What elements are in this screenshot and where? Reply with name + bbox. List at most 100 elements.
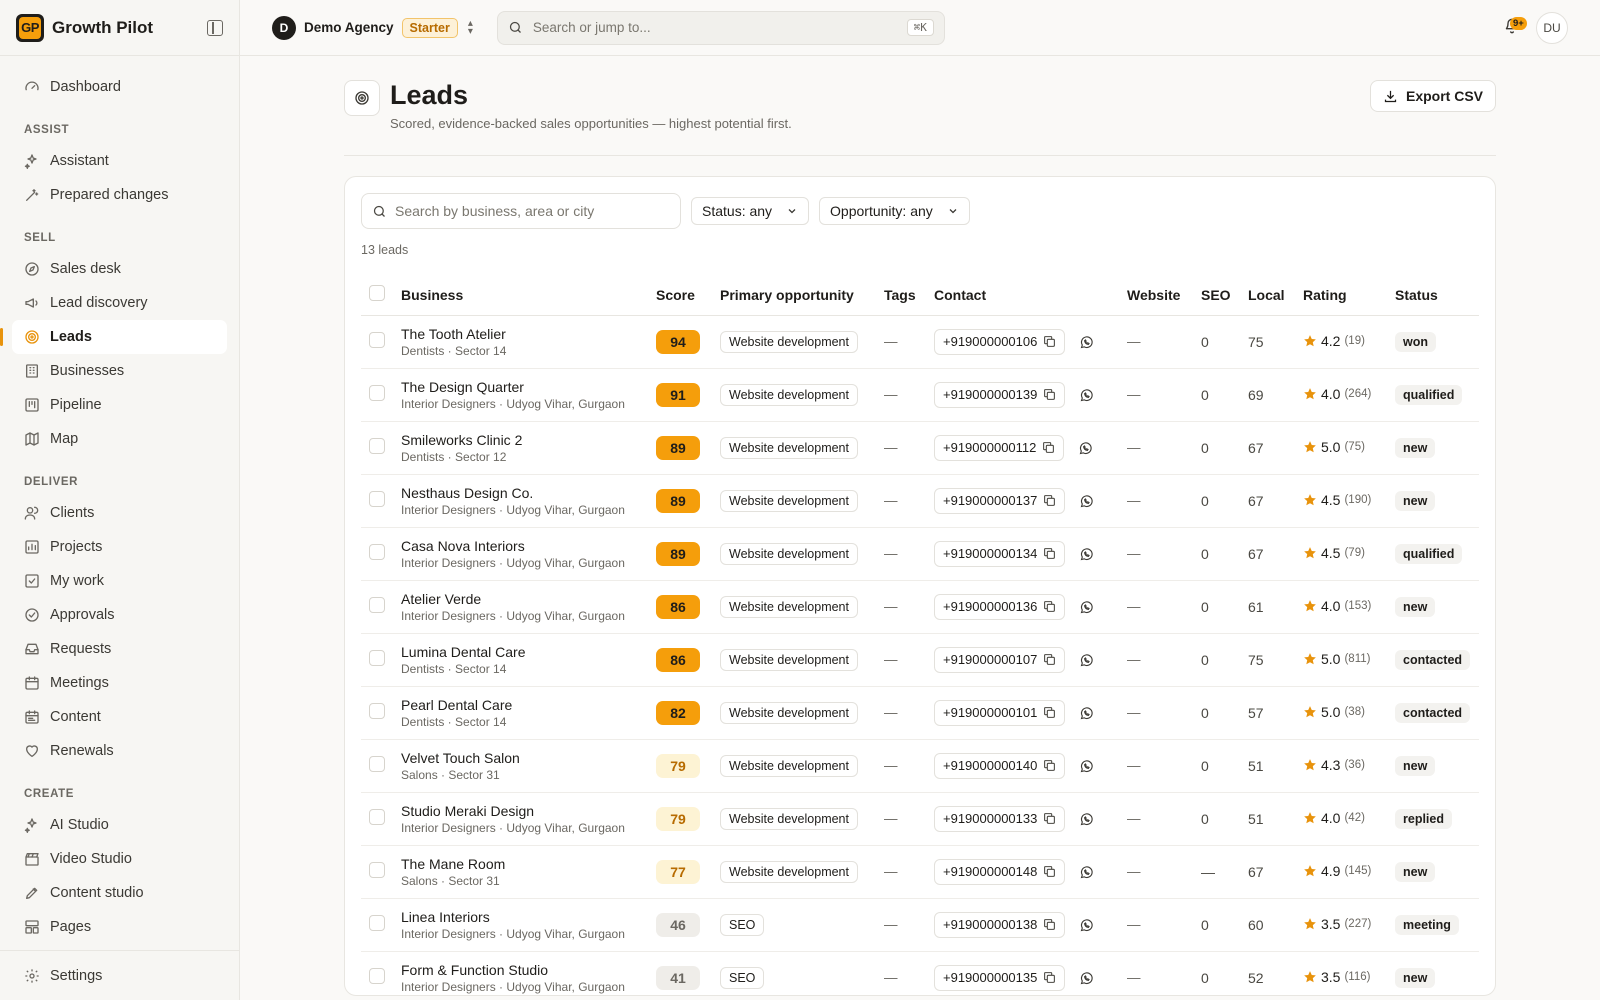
copy-icon[interactable] [1043,759,1056,772]
row-checkbox[interactable] [369,544,385,560]
column-header-contact[interactable]: Contact [934,275,1127,316]
sidebar-item-sales-desk[interactable]: Sales desk [12,252,227,286]
row-checkbox[interactable] [369,968,385,984]
row-checkbox[interactable] [369,597,385,613]
table-row[interactable]: Casa Nova Interiors Interior Designers · … [361,527,1479,581]
column-header-status[interactable]: Status [1395,275,1479,316]
business-name[interactable]: Pearl Dental Care [401,697,656,713]
whatsapp-icon[interactable] [1079,971,1094,986]
notifications-button[interactable]: 9+ [1500,16,1527,40]
table-row[interactable]: Pearl Dental Care Dentists · Sector 14 82 W… [361,686,1479,740]
table-row[interactable]: Nesthaus Design Co. Interior Designers · … [361,474,1479,528]
status-badge[interactable]: replied [1395,808,1452,829]
sidebar-item-dashboard[interactable]: Dashboard [12,70,227,104]
business-name[interactable]: Atelier Verde [401,591,656,607]
copy-icon[interactable] [1043,494,1056,507]
business-name[interactable]: Nesthaus Design Co. [401,485,656,501]
column-header-website[interactable]: Website [1127,275,1201,316]
status-badge[interactable]: meeting [1395,914,1459,935]
phone-chip[interactable]: +919000000140 [934,752,1066,779]
business-name[interactable]: The Tooth Atelier [401,326,656,342]
sidebar-item-pages[interactable]: Pages [12,910,227,944]
sidebar-item-requests[interactable]: Requests [12,632,227,666]
business-name[interactable]: Form & Function Studio [401,962,656,978]
sidebar-collapse-icon[interactable] [207,19,223,36]
copy-icon[interactable] [1043,865,1056,878]
sidebar-item-map[interactable]: Map [12,422,227,456]
row-checkbox[interactable] [369,756,385,772]
column-header-rating[interactable]: Rating [1303,275,1395,316]
select-all-checkbox[interactable] [369,285,385,302]
copy-icon[interactable] [1043,918,1056,931]
sidebar-item-renewals[interactable]: Renewals [12,734,227,768]
lead-search-input[interactable]: Search by business, area or city [361,193,681,229]
sidebar-item-clients[interactable]: Clients [12,496,227,530]
sidebar-item-lead-discovery[interactable]: Lead discovery [12,286,227,320]
sidebar-item-my-work[interactable]: My work [12,564,227,598]
sidebar-item-projects[interactable]: Projects [12,530,227,564]
user-avatar[interactable]: DU [1536,11,1568,44]
table-row[interactable]: Lumina Dental Care Dentists · Sector 14 86… [361,633,1479,687]
status-badge[interactable]: new [1395,490,1436,511]
table-row[interactable]: Linea Interiors Interior Designers · Udyo… [361,898,1479,952]
status-badge[interactable]: qualified [1395,384,1463,405]
phone-chip[interactable]: +919000000138 [934,911,1066,938]
table-row[interactable]: The Mane Room Salons · Sector 31 77 Website… [361,845,1479,899]
row-checkbox[interactable] [369,703,385,719]
table-row[interactable]: Smileworks Clinic 2 Dentists · Sector 12 8… [361,421,1479,475]
row-checkbox[interactable] [369,915,385,931]
phone-chip[interactable]: +919000000137 [934,487,1066,514]
status-badge[interactable]: new [1395,596,1436,617]
column-header-score[interactable]: Score [656,275,720,316]
status-badge[interactable]: contacted [1395,649,1471,670]
workspace-switcher-icon[interactable]: ▴ ▾ [468,18,473,36]
phone-chip[interactable]: +919000000135 [934,964,1066,991]
copy-icon[interactable] [1043,388,1056,401]
row-checkbox[interactable] [369,862,385,878]
copy-icon[interactable] [1043,335,1056,348]
whatsapp-icon[interactable] [1079,706,1094,721]
table-row[interactable]: The Design Quarter Interior Designers · U… [361,368,1479,422]
global-search[interactable]: Search or jump to... ⌘K [496,10,945,45]
copy-icon[interactable] [1043,706,1056,719]
sidebar-item-leads[interactable]: Leads [0,320,227,354]
business-name[interactable]: The Design Quarter [401,379,656,395]
whatsapp-icon[interactable] [1079,494,1094,509]
status-filter-select[interactable]: Status: any [691,197,810,225]
status-badge[interactable]: new [1395,755,1436,776]
business-name[interactable]: Casa Nova Interiors [401,538,656,554]
copy-icon[interactable] [1042,441,1055,454]
app-logo[interactable]: GP [16,13,44,42]
status-badge[interactable]: new [1395,967,1436,988]
whatsapp-icon[interactable] [1079,865,1094,880]
column-header-primary-opportunity[interactable]: Primary opportunity [720,275,884,316]
workspace-avatar[interactable]: D [272,15,296,40]
whatsapp-icon[interactable] [1079,653,1094,668]
phone-chip[interactable]: +919000000106 [934,328,1066,355]
table-row[interactable]: Atelier Verde Interior Designers · Udyog … [361,580,1479,634]
phone-chip[interactable]: +919000000139 [934,381,1066,408]
sidebar-item-meetings[interactable]: Meetings [12,666,227,700]
column-header-business[interactable]: Business [401,275,656,316]
sidebar-item-assistant[interactable]: Assistant [12,144,227,178]
business-name[interactable]: The Mane Room [401,856,656,872]
phone-chip[interactable]: +919000000134 [934,540,1066,567]
row-checkbox[interactable] [369,491,385,507]
row-checkbox[interactable] [369,385,385,401]
business-name[interactable]: Studio Meraki Design [401,803,656,819]
opportunity-filter-select[interactable]: Opportunity: any [819,197,970,225]
whatsapp-icon[interactable] [1079,918,1094,933]
business-name[interactable]: Lumina Dental Care [401,644,656,660]
status-badge[interactable]: qualified [1395,543,1463,564]
phone-chip[interactable]: +919000000101 [934,699,1066,726]
whatsapp-icon[interactable] [1079,388,1094,403]
phone-chip[interactable]: +919000000107 [934,646,1066,673]
copy-icon[interactable] [1043,547,1056,560]
status-badge[interactable]: new [1395,861,1436,882]
copy-icon[interactable] [1043,600,1056,613]
phone-chip[interactable]: +919000000136 [934,593,1066,620]
business-name[interactable]: Smileworks Clinic 2 [401,432,656,448]
column-header-tags[interactable]: Tags [884,275,934,316]
phone-chip[interactable]: +919000000148 [934,858,1066,885]
row-checkbox[interactable] [369,650,385,666]
